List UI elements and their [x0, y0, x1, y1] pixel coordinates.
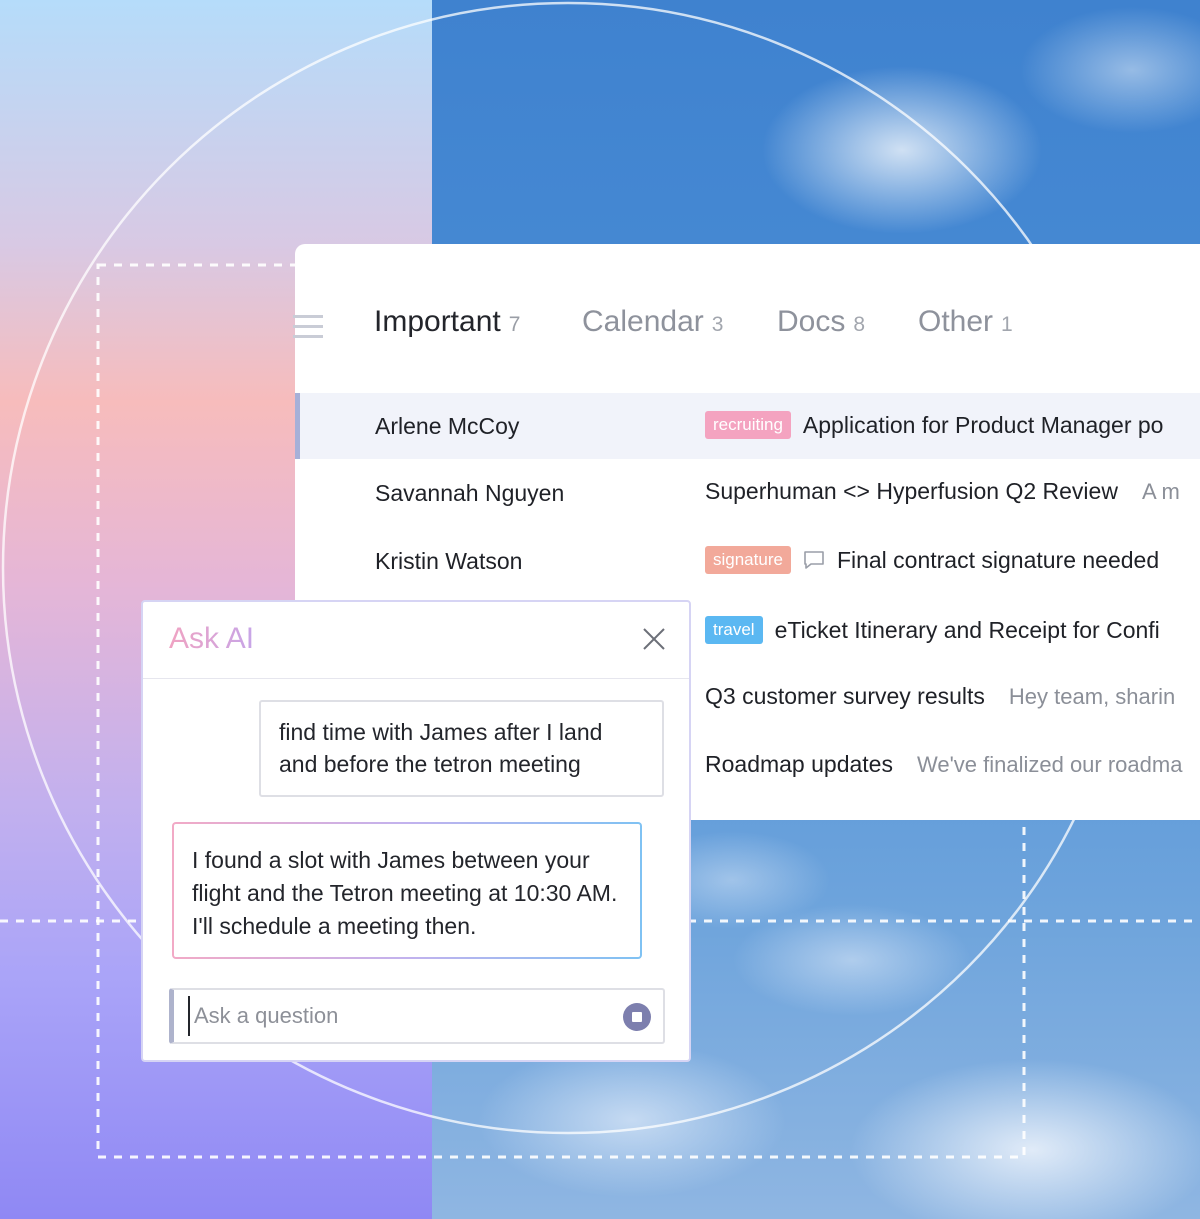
- tab-important[interactable]: Important 7: [374, 305, 520, 339]
- email-sender: Arlene McCoy: [375, 413, 520, 439]
- tag-signature[interactable]: signature: [705, 546, 791, 574]
- ask-ai-header: Ask AI: [143, 602, 689, 679]
- email-subject: Q3 customer survey results: [705, 683, 985, 709]
- close-icon[interactable]: [641, 626, 667, 652]
- email-subject: eTicket Itinerary and Receipt for Confi: [774, 616, 1160, 643]
- tab-count: 3: [711, 313, 724, 336]
- ask-input-container: [169, 988, 665, 1044]
- email-summary: Q3 customer survey results Hey team, sha…: [705, 683, 1175, 710]
- email-summary: signature Final contract signature neede…: [705, 546, 1159, 574]
- tab-count: 1: [1001, 313, 1013, 336]
- tab-label: Important: [374, 305, 501, 338]
- tab-calendar[interactable]: Calendar 3: [582, 305, 723, 339]
- tab-count: 7: [508, 313, 521, 336]
- tab-label: Other: [918, 305, 994, 338]
- tab-label: Calendar: [582, 305, 704, 338]
- tab-docs[interactable]: Docs 8: [777, 305, 865, 339]
- email-subject: Final contract signature needed: [836, 546, 1160, 573]
- tag-recruiting[interactable]: recruiting: [705, 411, 791, 439]
- email-summary: travel eTicket Itinerary and Receipt for…: [705, 616, 1160, 644]
- email-preview: A m: [1141, 478, 1180, 504]
- ai-response: I found a slot with James between your f…: [172, 822, 642, 959]
- email-preview: We've finalized our roadma: [916, 751, 1183, 777]
- email-summary: recruiting Application for Product Manag…: [705, 411, 1163, 439]
- email-summary: Roadmap updates We've finalized our road…: [705, 751, 1182, 778]
- tab-other[interactable]: Other 1: [918, 305, 1013, 339]
- email-row[interactable]: Savannah Nguyen Superhuman <> Hyperfusio…: [295, 460, 1200, 526]
- user-message: find time with James after I land and be…: [259, 700, 664, 797]
- tag-travel[interactable]: travel: [705, 616, 763, 644]
- email-subject: Roadmap updates: [705, 751, 893, 777]
- tab-count: 8: [853, 313, 866, 336]
- email-sender: Kristin Watson: [375, 548, 523, 574]
- stop-icon[interactable]: [623, 1003, 651, 1031]
- email-row[interactable]: Arlene McCoy recruiting Application for …: [295, 393, 1200, 459]
- ask-question-input[interactable]: [188, 996, 614, 1036]
- ask-ai-title: Ask AI: [169, 622, 255, 655]
- email-subject: Application for Product Manager po: [802, 411, 1164, 438]
- ask-ai-dialog: Ask AI find time with James after I land…: [141, 600, 691, 1062]
- hamburger-menu-icon[interactable]: [293, 314, 323, 340]
- email-subject: Superhuman <> Hyperfusion Q2 Review: [705, 478, 1118, 504]
- email-row[interactable]: Kristin Watson signature Final contract …: [295, 528, 1200, 594]
- email-sender: Savannah Nguyen: [375, 480, 565, 506]
- tab-label: Docs: [777, 305, 846, 338]
- email-preview: Hey team, sharin: [1008, 683, 1176, 709]
- comment-icon: [804, 551, 824, 569]
- email-summary: Superhuman <> Hyperfusion Q2 Review A m: [705, 478, 1180, 505]
